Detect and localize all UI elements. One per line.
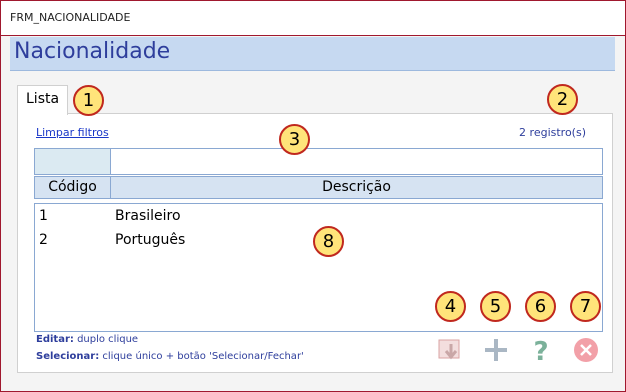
svg-text:?: ?	[533, 337, 548, 364]
annotation-badge-7: 7	[570, 291, 601, 322]
edit-hint: Editar: duplo clique	[36, 334, 138, 345]
window-title: FRM_NACIONALIDADE	[10, 11, 131, 24]
add-icon	[485, 339, 507, 361]
row-code: 1	[39, 208, 48, 224]
title-bar: FRM_NACIONALIDADE	[1, 1, 625, 36]
description-filter-input[interactable]	[111, 149, 602, 174]
select-hint-text: clique único + botão 'Selecionar/Fechar'	[102, 351, 304, 362]
row-description: Brasileiro	[115, 208, 181, 224]
annotation-badge-5: 5	[480, 291, 511, 322]
record-count: 2 registro(s)	[519, 126, 586, 139]
close-button[interactable]	[571, 336, 601, 364]
close-icon	[574, 338, 598, 362]
tab-label: Lista	[26, 91, 60, 107]
edit-hint-text: duplo clique	[77, 334, 139, 345]
code-filter-input[interactable]	[35, 149, 111, 174]
column-header-code[interactable]: Código	[35, 177, 111, 198]
tab-lista[interactable]: Lista	[17, 85, 68, 115]
table-header: Código Descrição	[34, 176, 603, 199]
annotation-badge-3: 3	[279, 124, 310, 155]
clear-filters-link[interactable]: Limpar filtros	[36, 126, 109, 139]
help-button[interactable]: ?	[526, 336, 556, 367]
annotation-badge-1: 1	[73, 85, 104, 116]
form-header: Nacionalidade	[10, 37, 615, 71]
records-list[interactable]: 1 Brasileiro 2 Português	[34, 203, 603, 332]
annotation-badge-8: 8	[313, 226, 344, 257]
row-description: Português	[115, 232, 186, 248]
help-icon: ?	[533, 337, 548, 367]
filter-row	[34, 148, 603, 175]
select-hint: Selecionar: clique único + botão 'Seleci…	[36, 351, 304, 362]
select-close-button[interactable]	[436, 336, 466, 364]
annotation-badge-6: 6	[525, 291, 556, 322]
select-close-icon	[438, 339, 460, 360]
table-row[interactable]: 1 Brasileiro	[35, 206, 602, 230]
column-header-description[interactable]: Descrição	[111, 177, 602, 198]
row-code: 2	[39, 232, 48, 248]
page-title: Nacionalidade	[14, 39, 171, 64]
annotation-badge-2: 2	[547, 84, 578, 115]
add-button[interactable]	[481, 336, 511, 364]
edit-hint-label: Editar:	[36, 334, 74, 345]
select-hint-label: Selecionar:	[36, 351, 100, 362]
annotation-badge-4: 4	[435, 291, 466, 322]
